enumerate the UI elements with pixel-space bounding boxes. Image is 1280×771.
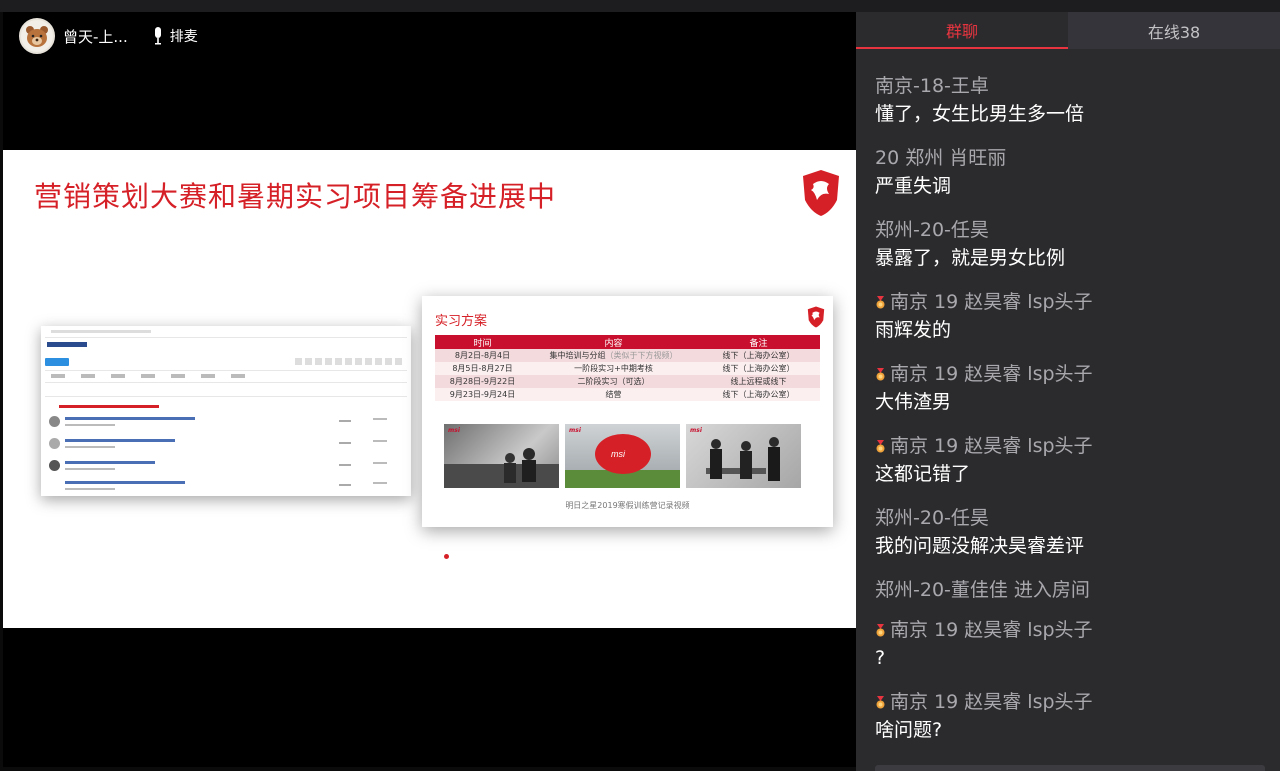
chat-message-text: 大伟渣男 (875, 391, 952, 413)
sender-name: 南京 19 赵昊睿 lsp头子 (890, 435, 1093, 457)
table-cell: 线上远程或线下 (697, 375, 820, 388)
chat-message: 郑州-20-任昊我的问题没解决昊睿差评 (856, 504, 1280, 576)
training-photo: msi msi (565, 424, 680, 488)
chat-message-sender[interactable]: 南京 19 赵昊睿 lsp头子 (875, 688, 1280, 716)
chat-message-sender[interactable]: 20 郑州 肖旺丽 (875, 144, 1280, 172)
people-photo-icon (444, 448, 559, 488)
chat-panel: 群聊 在线38 南京-18-王卓 懂了，女生比男生多一倍 20 郑州 肖旺丽 严重失调… (856, 12, 1280, 771)
live-stage: 曾天-上... 排麦 营销策划大赛和暑期实习项目筹备进展中 实习方案 时间 内容… (3, 12, 856, 767)
bear-avatar-icon (26, 26, 48, 47)
training-photos: msi msi msi msi (444, 424, 801, 488)
medal-badge-icon (876, 623, 885, 636)
chat-message-sender[interactable]: 南京 19 赵昊睿 lsp头子 (875, 616, 1280, 644)
chat-message: 20 郑州 肖旺丽 严重失调 (856, 144, 1280, 216)
sender-name: 南京 19 赵昊睿 lsp头子 (890, 291, 1093, 313)
table-cell: 二阶段实习（可选） (530, 375, 697, 388)
table-row: 8月28日-9月22日 二阶段实习（可选） 线上远程或线下 (435, 375, 820, 388)
host-avatar[interactable] (19, 18, 55, 54)
table-cell: 线下（上海办公室） (697, 349, 820, 362)
column-header: 内容 (530, 335, 697, 349)
host-name: 曾天-上... (63, 27, 128, 46)
table-cell: 8月5日-8月27日 (435, 362, 530, 375)
table-row: 9月23日-9月24日 结营 线下（上海办公室） (435, 388, 820, 401)
photos-caption: 明日之星2019寒假训练营记录视频 (565, 501, 690, 510)
medal-badge-icon (876, 695, 885, 708)
cell-text: 集中培训与分组 (549, 351, 606, 360)
sender-name: 郑州-20-任昊 (875, 507, 989, 529)
chat-message-text: ? (875, 647, 886, 669)
mic-queue-button[interactable]: 排麦 (152, 26, 198, 46)
table-cell: 线下（上海办公室） (697, 362, 820, 375)
chat-message-sender[interactable]: 南京-18-王卓 (875, 72, 1280, 100)
presentation-slide: 营销策划大赛和暑期实习项目筹备进展中 实习方案 时间 内容 备注 8月2日-8月… (3, 150, 856, 628)
microphone-icon (154, 27, 161, 45)
system-join-notice: 郑州-20-董佳佳 进入房间 (875, 579, 1090, 601)
slide-title: 营销策划大赛和暑期实习项目筹备进展中 (34, 180, 557, 213)
tab-online-users[interactable]: 在线38 (1068, 12, 1280, 49)
internship-schedule-table: 时间 内容 备注 8月2日-8月4日 集中培训与分组（类似于下方视频） 线下（上… (435, 335, 820, 401)
sender-name: 南京 19 赵昊睿 lsp头子 (890, 691, 1093, 713)
table-cell: 一阶段实习+中期考核 (530, 362, 697, 375)
chat-message: 南京 19 赵昊睿 lsp头子这都记错了 (856, 432, 1280, 504)
chat-message-sender[interactable]: 南京 19 赵昊睿 lsp头子 (875, 288, 1280, 316)
chat-message-text: 啥问题? (875, 719, 943, 741)
cell-note: （类似于下方视频） (605, 351, 678, 360)
chat-tabs: 群聊 在线38 (856, 12, 1280, 49)
medal-badge-icon (876, 439, 885, 452)
table-cell: 9月23日-9月24日 (435, 388, 530, 401)
table-header-row: 时间 内容 备注 (435, 335, 820, 349)
chat-message-text: 我的问题没解决昊睿差评 (875, 535, 1085, 557)
chat-message-text: 这都记错了 (875, 463, 971, 485)
sender-name: 郑州-20-任昊 (875, 219, 989, 241)
msi-mascot-photo-icon: msi (565, 434, 680, 488)
chat-message-text: 严重失调 (875, 175, 952, 197)
internship-plan-title: 实习方案 (435, 314, 488, 329)
chat-message-sender[interactable]: 郑州-20-任昊 (875, 216, 1280, 244)
medal-badge-icon (876, 367, 885, 380)
chat-message: 郑州-20-任昊暴露了，就是男女比例 (856, 216, 1280, 288)
sender-name: 南京 19 赵昊睿 lsp头子 (890, 363, 1093, 385)
chat-message-sender[interactable]: 南京 19 赵昊睿 lsp头子 (875, 432, 1280, 460)
chat-message: 南京 19 赵昊睿 lsp头子啥问题? (856, 688, 1280, 760)
sender-name: 20 郑州 肖旺丽 (875, 147, 1007, 169)
chat-message-list[interactable]: 南京-18-王卓 懂了，女生比男生多一倍 20 郑州 肖旺丽 严重失调 郑州-20-任昊… (856, 72, 1280, 760)
training-photo: msi (444, 424, 559, 488)
window-top-strip (0, 0, 1280, 12)
column-header: 时间 (435, 335, 530, 349)
table-cell: 8月2日-8月4日 (435, 349, 530, 362)
host-info: 曾天-上... 排麦 (19, 18, 198, 54)
chat-input-field[interactable] (875, 765, 1265, 771)
table-row: 8月5日-8月27日 一阶段实习+中期考核 线下（上海办公室） (435, 362, 820, 375)
table-row: 8月2日-8月4日 集中培训与分组（类似于下方视频） 线下（上海办公室） (435, 349, 820, 362)
internship-plan-card: 实习方案 时间 内容 备注 8月2日-8月4日 集中培训与分组（类似于下方视频） (422, 296, 833, 527)
table-cell: 结营 (530, 388, 697, 401)
column-header: 备注 (697, 335, 820, 349)
table-cell: 线下（上海办公室） (697, 388, 820, 401)
chat-message: 南京 19 赵昊睿 lsp头子? (856, 616, 1280, 688)
people-photo-icon (706, 437, 780, 481)
chat-message: 南京-18-王卓懂了，女生比男生多一倍 (856, 72, 1280, 144)
forum-screenshot (41, 326, 411, 496)
medal-badge-icon (876, 295, 885, 308)
tab-group-chat[interactable]: 群聊 (856, 12, 1068, 49)
training-photo: msi (686, 424, 801, 488)
chat-message: 南京 19 赵昊睿 lsp头子大伟渣男 (856, 360, 1280, 432)
svg-text:msi: msi (611, 449, 626, 459)
chat-message: 南京 19 赵昊睿 lsp头子雨辉发的 (856, 288, 1280, 360)
msi-shield-logo-icon (803, 170, 839, 216)
sender-name: 南京-18-王卓 (875, 75, 989, 97)
chat-message-sender[interactable]: 郑州-20-任昊 (875, 504, 1280, 532)
msi-shield-logo-icon (807, 306, 825, 328)
table-cell: 8月28日-9月22日 (435, 375, 530, 388)
table-cell: 集中培训与分组（类似于下方视频） (530, 349, 697, 362)
chat-message-sender[interactable]: 南京 19 赵昊睿 lsp头子 (875, 360, 1280, 388)
chat-message-text: 雨辉发的 (875, 319, 952, 341)
slide-indicator-dot (444, 554, 449, 559)
sender-name: 南京 19 赵昊睿 lsp头子 (890, 619, 1093, 641)
mic-queue-label: 排麦 (169, 29, 198, 45)
chat-message-text: 暴露了，就是男女比例 (875, 247, 1066, 269)
chat-message-text: 懂了，女生比男生多一倍 (875, 103, 1085, 125)
